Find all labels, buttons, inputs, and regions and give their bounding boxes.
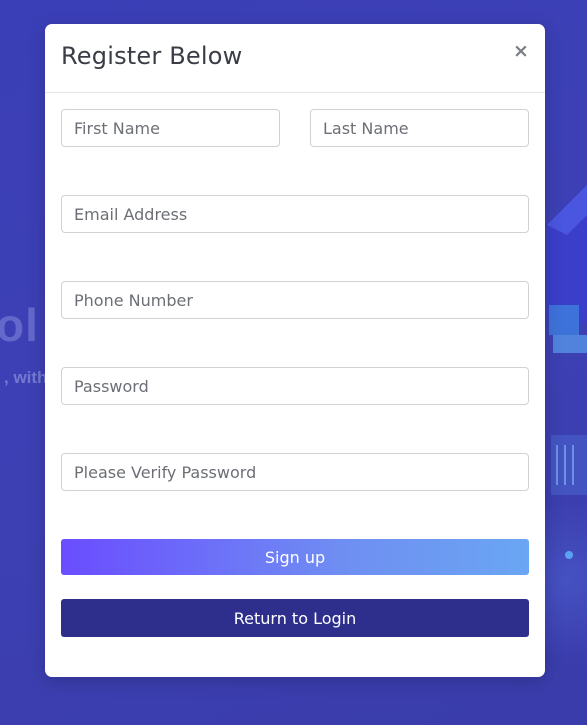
verify-password-input[interactable] xyxy=(61,453,529,491)
modal-header: Register Below × xyxy=(45,24,545,93)
phone-input[interactable] xyxy=(61,281,529,319)
return-to-login-button[interactable]: Return to Login xyxy=(61,599,529,637)
signup-button[interactable]: Sign up xyxy=(61,539,529,575)
last-name-input[interactable] xyxy=(310,109,529,147)
background-hero-subtitle: , with xyxy=(4,368,48,387)
close-button[interactable]: × xyxy=(512,40,530,62)
register-modal: Register Below × Sign up Return to Login xyxy=(45,24,545,677)
modal-title: Register Below xyxy=(61,42,243,70)
email-input[interactable] xyxy=(61,195,529,233)
background-hero-heading: ol xyxy=(0,299,39,351)
first-name-input[interactable] xyxy=(61,109,280,147)
password-input[interactable] xyxy=(61,367,529,405)
